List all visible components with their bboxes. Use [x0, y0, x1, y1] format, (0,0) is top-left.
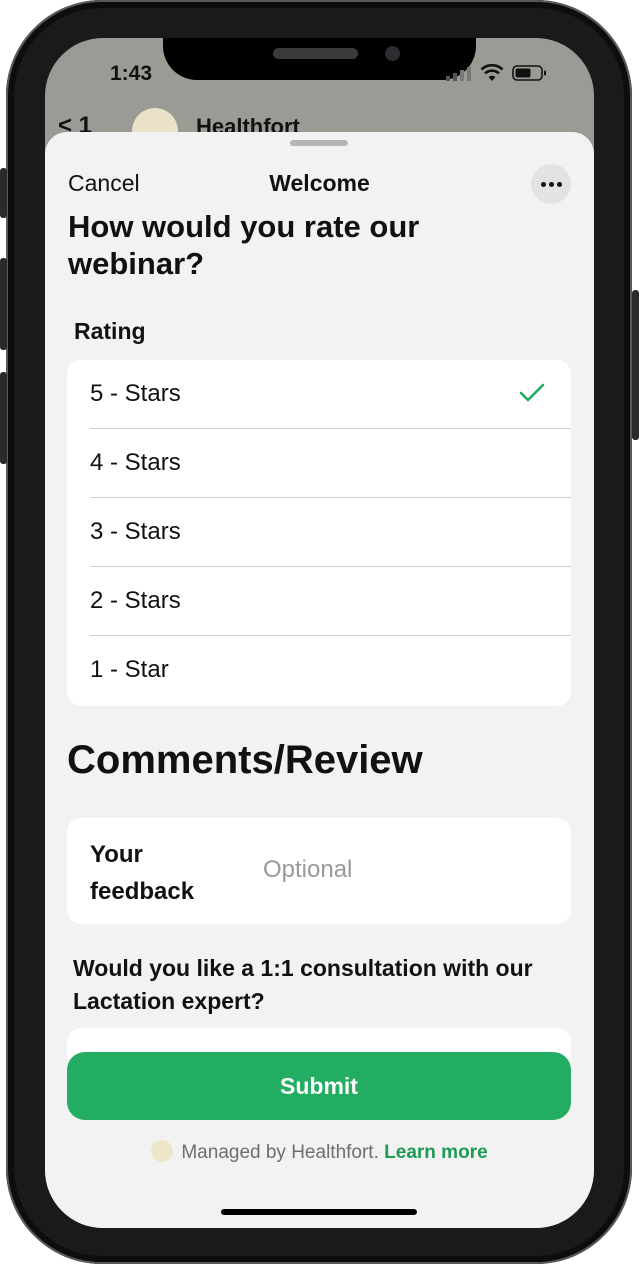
sheet-grabber[interactable] [290, 140, 348, 146]
battery-icon [512, 65, 546, 81]
front-camera [385, 46, 400, 61]
speaker [273, 48, 358, 59]
consultation-question: Would you like a 1:1 consultation with o… [73, 955, 533, 1014]
feedback-label: Your feedback [90, 841, 195, 905]
rating-option-3[interactable]: 3 - Stars [67, 498, 571, 567]
healthfort-logo-icon [151, 1140, 174, 1162]
rating-option-label: 1 - Star [90, 656, 169, 683]
ellipsis-icon [556, 181, 562, 187]
managed-by-footer: Managed by Healthfort. Learn more [45, 1140, 594, 1164]
wifi-icon [480, 64, 504, 81]
rating-label: Rating [74, 318, 146, 344]
rating-options-list: 5 - Stars 4 - Stars 3 - Stars 2 - Stars … [67, 360, 571, 706]
comments-heading: Comments/Review [67, 738, 423, 782]
power-button [632, 290, 639, 440]
rating-option-5[interactable]: 5 - Stars [67, 360, 571, 429]
feedback-input[interactable] [263, 852, 553, 888]
mute-switch [0, 168, 7, 218]
survey-sheet: Welcome Cancel How would you rate our we… [45, 132, 594, 1228]
managed-by-text: Managed by Healthfort. [181, 1142, 379, 1163]
status-icons [446, 64, 548, 82]
status-time: 1:43 [110, 62, 153, 85]
submit-button[interactable]: Submit [67, 1052, 571, 1120]
rating-option-1[interactable]: 1 - Star [67, 636, 571, 706]
cellular-signal-icon [446, 67, 471, 81]
more-options-button[interactable] [531, 164, 571, 204]
rating-question: How would you rate our webinar? [68, 209, 420, 281]
rating-option-label: 5 - Stars [90, 380, 181, 407]
ellipsis-icon [540, 181, 546, 187]
notch [163, 38, 476, 80]
volume-down-button [0, 372, 7, 464]
volume-up-button [0, 258, 7, 350]
home-indicator[interactable] [221, 1209, 417, 1215]
rating-option-label: 4 - Stars [90, 449, 181, 476]
rating-option-2[interactable]: 2 - Stars [67, 567, 571, 636]
learn-more-link[interactable]: Learn more [384, 1142, 487, 1163]
rating-option-label: 3 - Stars [90, 518, 181, 545]
rating-option-label: 2 - Stars [90, 587, 181, 614]
ellipsis-icon [548, 181, 554, 187]
checkmark-icon [519, 383, 545, 402]
rating-option-4[interactable]: 4 - Stars [67, 429, 571, 498]
feedback-card: Your feedback [67, 818, 571, 924]
cancel-button[interactable]: Cancel [68, 170, 140, 197]
